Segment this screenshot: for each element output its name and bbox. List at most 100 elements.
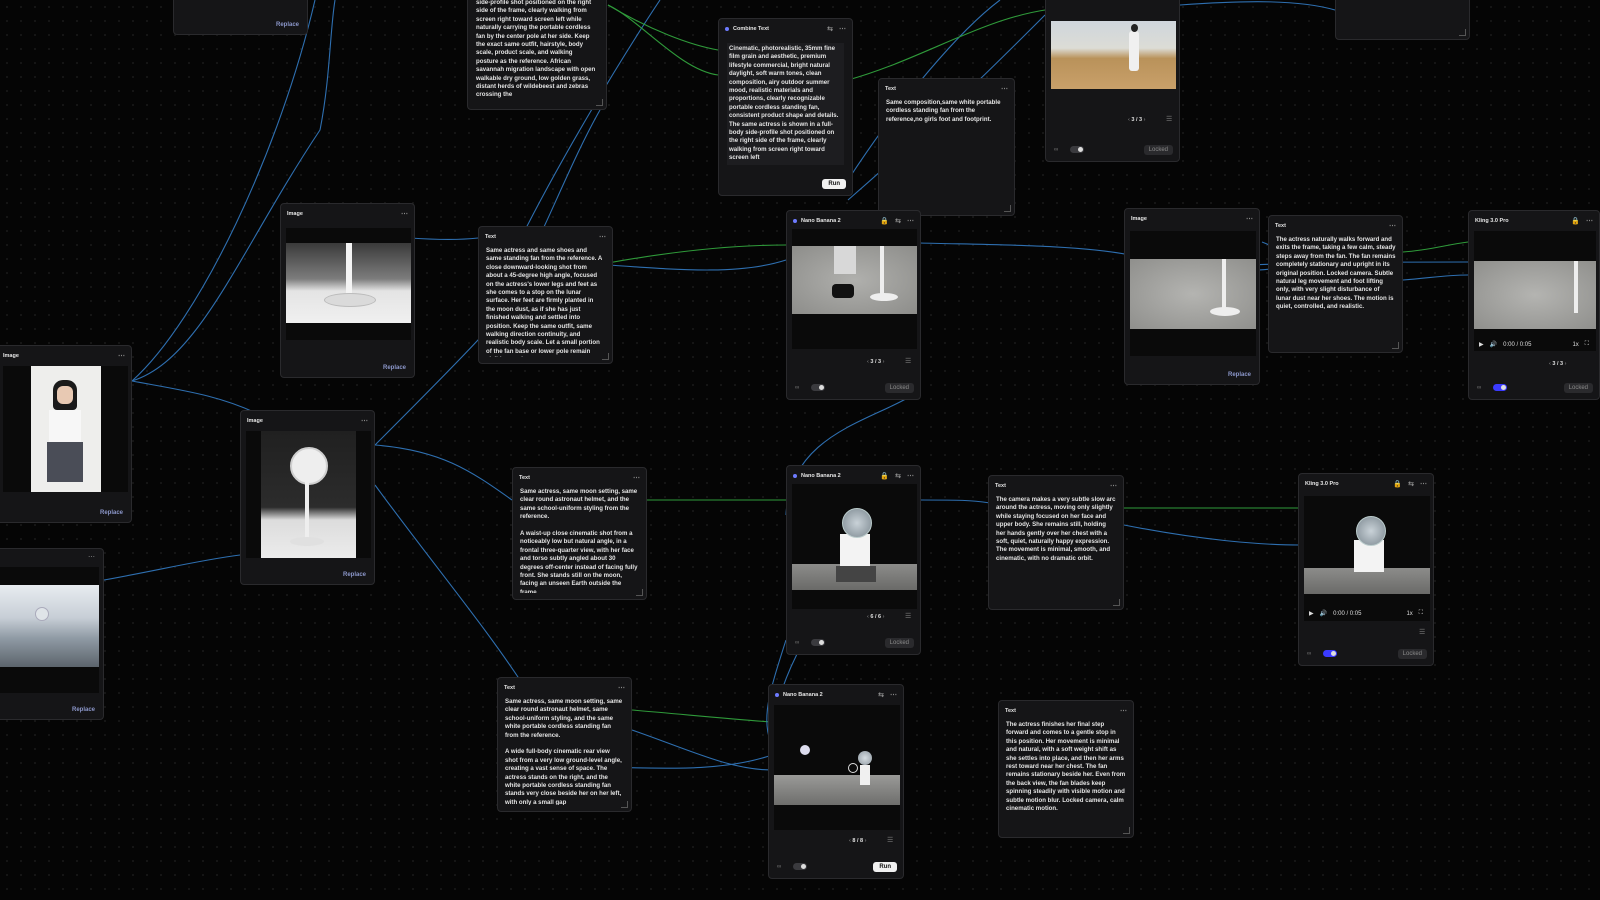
- image-output-node[interactable]: ‹ 3 / 3 › ☰ ∞ Locked: [1045, 0, 1180, 162]
- locked-badge[interactable]: Locked: [1563, 383, 1593, 393]
- fullscreen-icon[interactable]: ⛶: [1419, 610, 1423, 617]
- menu-icon[interactable]: ⋯: [907, 472, 914, 480]
- text-node[interactable]: Text ⋯ Same composition,same white portab…: [878, 78, 1015, 216]
- text-node[interactable]: Text ⋯ Same actress, same moon setting, s…: [512, 467, 647, 600]
- text-node[interactable]: side-profile shot positioned on the righ…: [467, 0, 607, 110]
- prompt-text[interactable]: Same actress, same moon setting, same cl…: [520, 488, 638, 593]
- image-pager[interactable]: ‹ 8 / 8 ›: [849, 838, 866, 844]
- resize-handle[interactable]: [636, 589, 643, 596]
- standing-fan-image[interactable]: [246, 431, 371, 558]
- link-icon[interactable]: ∞: [777, 864, 781, 870]
- image-pager[interactable]: ‹ 6 / 6 ›: [867, 614, 884, 620]
- resize-handle[interactable]: [621, 801, 628, 808]
- video-pager[interactable]: ‹ 3 / 3 ›: [1549, 361, 1566, 367]
- prompt-text[interactable]: side-profile shot positioned on the righ…: [476, 0, 596, 103]
- speed-button[interactable]: 1x: [1406, 611, 1412, 617]
- menu-icon[interactable]: ⋯: [839, 25, 846, 33]
- text-node[interactable]: Text ⋯ Same actress, same moon setting, s…: [497, 677, 632, 812]
- locked-badge[interactable]: Locked: [884, 383, 914, 393]
- swap-icon[interactable]: ⇆: [895, 472, 901, 480]
- replace-button[interactable]: Replace: [72, 707, 95, 713]
- menu-icon[interactable]: ⋯: [1110, 482, 1117, 490]
- fullscreen-icon[interactable]: ⛶: [1585, 341, 1589, 348]
- prompt-text[interactable]: The actress finishes her final step forw…: [1006, 721, 1127, 831]
- resize-handle[interactable]: [1123, 827, 1130, 834]
- replace-button[interactable]: Replace: [383, 365, 406, 371]
- swap-icon[interactable]: ⇆: [1408, 480, 1414, 488]
- menu-icon[interactable]: ⋯: [1420, 480, 1427, 488]
- toggle-switch[interactable]: [811, 639, 825, 646]
- image-pager[interactable]: ‹ 3 / 3 ›: [1128, 117, 1145, 123]
- menu-icon[interactable]: ⋯: [1389, 222, 1396, 230]
- grid-icon[interactable]: ☰: [905, 612, 911, 620]
- replace-button[interactable]: Replace: [1228, 372, 1251, 378]
- astronaut-video-player[interactable]: [1304, 496, 1430, 621]
- earth-rise-image[interactable]: [0, 567, 99, 693]
- grid-icon[interactable]: ☰: [1166, 115, 1172, 123]
- lock-icon[interactable]: 🔒: [1393, 480, 1402, 488]
- moon-rear-view-image[interactable]: [774, 705, 900, 830]
- resize-handle[interactable]: [1392, 342, 1399, 349]
- actress-portrait-image[interactable]: [3, 366, 128, 492]
- replace-button[interactable]: Replace: [276, 22, 299, 28]
- locked-badge[interactable]: Locked: [1397, 649, 1427, 659]
- menu-icon[interactable]: ⋯: [361, 417, 368, 425]
- text-node[interactable]: Text ⋯ Same actress and same shoes and sa…: [478, 226, 613, 364]
- prompt-text[interactable]: Same actress, same moon setting, same cl…: [505, 698, 623, 805]
- link-icon[interactable]: ∞: [1477, 385, 1481, 391]
- menu-icon[interactable]: ⋯: [907, 217, 914, 225]
- fan-base-image[interactable]: [286, 228, 411, 340]
- toggle-switch[interactable]: [811, 384, 825, 391]
- run-button[interactable]: Run: [822, 179, 846, 189]
- volume-icon[interactable]: 🔊: [1320, 610, 1327, 617]
- prompt-text[interactable]: The actress naturally walks forward and …: [1276, 236, 1396, 346]
- speed-button[interactable]: 1x: [1572, 342, 1578, 348]
- grid-icon[interactable]: ☰: [887, 836, 893, 844]
- nano-banana-node[interactable]: Nano Banana 2 🔒 ⇆ ⋯ ‹ 3 / 3 › ☰ ∞ Locked: [786, 210, 921, 400]
- prompt-text[interactable]: Same composition,same white portable cor…: [886, 99, 1008, 209]
- savannah-walk-image[interactable]: [1051, 21, 1176, 89]
- text-node[interactable]: Text ⋯ The actress finishes her final ste…: [998, 700, 1134, 838]
- locked-badge[interactable]: Locked: [1143, 145, 1173, 155]
- lock-icon[interactable]: 🔒: [880, 217, 889, 225]
- toggle-switch[interactable]: [1493, 384, 1507, 391]
- image-node[interactable]: Image ⋯ Replace: [1124, 208, 1260, 385]
- menu-icon[interactable]: ⋯: [1246, 215, 1253, 223]
- menu-icon[interactable]: ⋯: [633, 474, 640, 482]
- image-node-stub[interactable]: Replace: [173, 0, 308, 35]
- run-button[interactable]: Run: [873, 862, 897, 872]
- swap-icon[interactable]: ⇆: [895, 217, 901, 225]
- menu-icon[interactable]: ⋯: [1120, 707, 1127, 715]
- lunar-feet-image[interactable]: [792, 229, 917, 349]
- lock-icon[interactable]: 🔒: [1571, 217, 1580, 225]
- link-icon[interactable]: ∞: [795, 385, 799, 391]
- swap-icon[interactable]: ⇆: [878, 691, 884, 699]
- replace-button[interactable]: Replace: [100, 510, 123, 516]
- resize-handle[interactable]: [602, 353, 609, 360]
- menu-icon[interactable]: ⋯: [118, 352, 125, 360]
- image-node[interactable]: ⋯ Replace: [0, 548, 104, 720]
- swap-icon[interactable]: ⇆: [827, 25, 833, 33]
- menu-icon[interactable]: ⋯: [1586, 217, 1593, 225]
- menu-icon[interactable]: ⋯: [599, 233, 606, 241]
- menu-icon[interactable]: ⋯: [88, 553, 95, 561]
- image-pager[interactable]: ‹ 3 / 3 ›: [867, 359, 884, 365]
- resize-handle[interactable]: [1113, 599, 1120, 606]
- nano-banana-node[interactable]: Nano Banana 2 🔒 ⇆ ⋯ ‹ 6 / 6 › ☰ ∞ Locked: [786, 465, 921, 655]
- locked-badge[interactable]: Locked: [884, 638, 914, 648]
- video-controls[interactable]: ▶ 🔊 0:00 / 0:05 1x ⛶: [1309, 610, 1423, 617]
- menu-icon[interactable]: ⋯: [401, 210, 408, 218]
- replace-button[interactable]: Replace: [343, 572, 366, 578]
- menu-icon[interactable]: ⋯: [618, 684, 625, 692]
- prompt-text[interactable]: The camera makes a very subtle slow arc …: [996, 496, 1117, 603]
- video-controls[interactable]: ▶ 🔊 0:00 / 0:05 1x ⛶: [1479, 341, 1589, 348]
- play-icon[interactable]: ▶: [1479, 341, 1484, 348]
- prompt-text[interactable]: Same actress and same shoes and same sta…: [486, 247, 604, 357]
- text-node[interactable]: Text ⋯ The actress naturally walks forwar…: [1268, 215, 1403, 353]
- grid-icon[interactable]: ☰: [905, 357, 911, 365]
- toggle-switch[interactable]: [1323, 650, 1337, 657]
- image-node[interactable]: Image ⋯ Replace: [0, 345, 132, 523]
- nano-banana-node[interactable]: Nano Banana 2 ⇆ ⋯ ‹ 8 / 8 › ☰ ∞ Run: [768, 684, 904, 879]
- toggle-switch[interactable]: [793, 863, 807, 870]
- astronaut-helmet-image[interactable]: [792, 484, 917, 609]
